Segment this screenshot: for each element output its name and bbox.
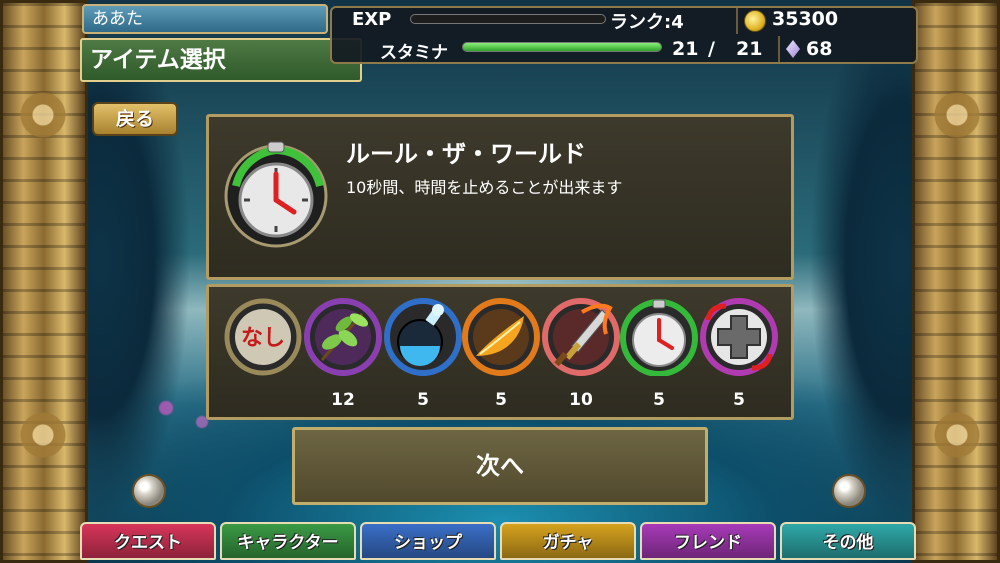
stamina-bar [462,42,662,52]
frame-ornament-icon [922,80,992,150]
nav-tab-quest[interactable]: クエスト [80,522,216,560]
stamina-max: 21 [736,38,763,60]
pearl-ornament-icon [132,474,166,508]
item-count: 12 [331,390,355,410]
pearl-ornament-icon [832,474,866,508]
frame-ornament-icon [8,400,78,470]
frame-ornament-icon [8,80,78,150]
stopwatch-icon[interactable] [620,298,698,376]
selected-item-description: 10秒間、時間を止めることが出来ます [346,178,623,197]
stamina-bar-fill [463,43,661,51]
exp-label: EXP [352,9,392,30]
blue-potion-bomb-icon[interactable] [384,298,462,376]
none-icon[interactable]: なし [224,298,302,376]
item-count: 5 [653,390,665,410]
gold-coin-icon [744,10,766,32]
rank-label: ランク:4 [610,12,684,33]
nav-tab-character[interactable]: キャラクター [220,522,356,560]
crystal-value: 68 [806,38,833,60]
selected-item-name: ルール・ザ・ワールド [346,140,586,168]
herb-leaf-icon[interactable] [304,298,382,376]
gold-value: 35300 [772,8,839,30]
flaming-sword-icon[interactable] [542,298,620,376]
nav-tab-gacha[interactable]: ガチャ [500,522,636,560]
stamina-current: 21 [672,38,699,60]
player-name: ああた [82,4,328,34]
swap-cross-icon[interactable] [700,298,778,376]
item-count: 5 [733,390,745,410]
stopwatch-icon [224,141,328,248]
nav-tab-friend[interactable]: フレンド [640,522,776,560]
item-count: 10 [569,390,593,410]
item-count: 5 [417,390,429,410]
exp-bar [410,14,606,24]
stamina-label: スタミナ [380,43,448,63]
stamina-separator: / [708,38,715,60]
bottom-nav: クエスト キャラクター ショップ ガチャ フレンド その他 [80,522,922,562]
item-count: 5 [495,390,507,410]
back-button[interactable]: 戻る [92,102,178,136]
next-button[interactable]: 次へ [292,427,708,505]
page-title: アイテム選択 [80,38,362,82]
frame-ornament-icon [922,400,992,470]
nav-tab-other[interactable]: その他 [780,522,916,560]
none-label: なし [241,326,285,351]
nav-tab-shop[interactable]: ショップ [360,522,496,560]
phoenix-feather-icon[interactable] [462,298,540,376]
